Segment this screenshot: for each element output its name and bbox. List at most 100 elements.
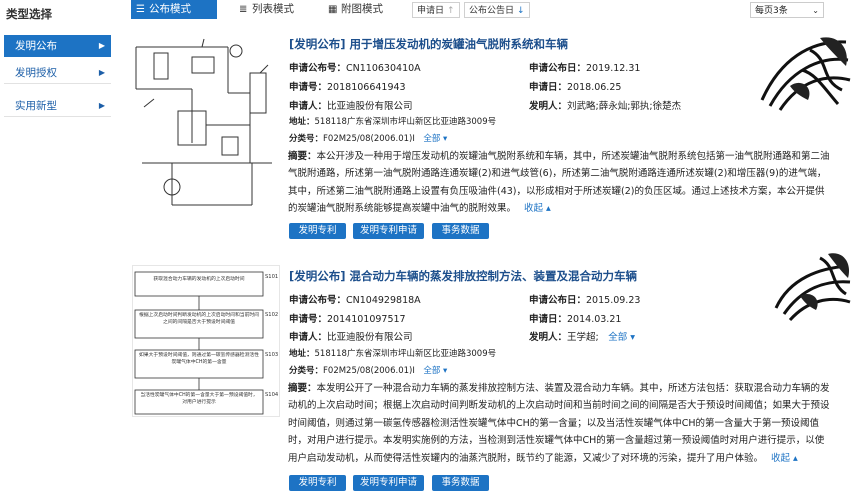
flow-step-text: 根据上次启动时间判断发动机的上次启动时间和当前时间之间的间隔是否大于预设时间阈值 — [139, 313, 259, 325]
sidebar-item-label: 实用新型 — [15, 100, 57, 112]
patent-flowchart-thumbnail[interactable]: S101 S102 S103 S104 获取混合动力车辆的发动机的上次启动时间 … — [132, 265, 280, 417]
sort-label: 申请日 — [417, 6, 445, 16]
field-label: 地址： — [289, 349, 315, 359]
field-label: 申请号： — [289, 82, 328, 93]
field-value: 518118广东省深圳市坪山新区比亚迪路3009号 — [314, 117, 497, 127]
invention-patent-button[interactable]: 发明专利 — [289, 475, 346, 491]
view-list-mode-button[interactable]: ≣ 列表模式 — [234, 0, 314, 19]
sidebar-item-utility-model[interactable]: 实用新型 ▶ — [4, 95, 111, 117]
flow-step-label: S102 — [265, 312, 278, 318]
applicant: 申请人：比亚迪股份有限公司 — [289, 329, 413, 343]
field-value: CN110630410A — [346, 63, 421, 74]
field-value: 王学超; — [567, 332, 599, 343]
field-value: 2014101097517 — [327, 314, 406, 325]
chevron-down-icon: ⌄ — [812, 6, 819, 15]
collapse-link[interactable]: 收起 ▴ — [524, 203, 551, 214]
sort-application-date-button[interactable]: 申请日 ↑ — [412, 2, 460, 18]
invention-application-button[interactable]: 发明专利申请 — [353, 223, 424, 239]
mechanical-schematic-drawing — [135, 38, 272, 206]
sidebar-item-invention-publication[interactable]: 发明公布 ▶ — [4, 35, 111, 57]
invention-patent-button[interactable]: 发明专利 — [289, 223, 346, 239]
field-label: 摘要： — [288, 151, 317, 162]
field-value: F02M25/08(2006.01)I — [323, 366, 415, 376]
chevron-right-icon: ▶ — [98, 41, 105, 50]
classification: 分类号：F02M25/08(2006.01)I 全部 ▾ — [289, 132, 447, 144]
address: 地址：518118广东省深圳市坪山新区比亚迪路3009号 — [289, 347, 496, 359]
show-all-classes-link[interactable]: 全部 ▾ — [423, 134, 447, 144]
inventor: 发明人：王学超; 全部 ▾ — [529, 329, 635, 343]
field-value: 2019.12.31 — [586, 63, 641, 74]
patent-drawing-thumbnail[interactable] — [132, 33, 280, 219]
abstract: 摘要：本发明公开了一种混合动力车辆的蒸发排放控制方法、装置及混合动力车辆。其中，… — [288, 380, 833, 467]
field-value: 2018.06.25 — [567, 82, 622, 93]
application-date: 申请日：2014.03.21 — [529, 311, 621, 325]
abstract: 摘要：本公开涉及一种用于增压发动机的炭罐油气脱附系统和车辆，其中，所述炭罐油气脱… — [288, 148, 833, 218]
view-figure-mode-button[interactable]: ▦ 附图模式 — [323, 0, 403, 19]
flow-step-label: S104 — [265, 392, 279, 398]
field-label: 申请人： — [289, 101, 328, 112]
sidebar-item-label: 发明授权 — [15, 67, 57, 79]
field-label: 摘要： — [288, 383, 317, 394]
collapse-link[interactable]: 收起 ▴ — [771, 453, 798, 464]
publication-number: 申请公布号：CN110630410A — [289, 60, 421, 74]
show-all-inventors-link[interactable]: 全部 ▾ — [608, 332, 635, 343]
transaction-data-button[interactable]: 事务数据 — [432, 223, 489, 239]
list-detail-icon: ☰ — [136, 4, 145, 15]
flow-step-label: S103 — [265, 352, 278, 358]
field-label: 申请公布日： — [529, 63, 587, 74]
sidebar: 类型选择 发明公布 ▶ 发明授权 ▶ 实用新型 ▶ — [0, 0, 121, 496]
field-label: 地址： — [289, 117, 315, 127]
grid-icon: ▦ — [328, 4, 338, 15]
field-label: 分类号： — [289, 366, 324, 376]
abstract-text: 本公开涉及一种用于增压发动机的炭罐油气脱附系统和车辆，其中，所述炭罐油气脱附系统… — [288, 151, 830, 215]
view-publication-mode-button[interactable]: ☰ 公布模式 — [131, 0, 217, 19]
field-label: 申请公布日： — [529, 295, 587, 306]
toolbar: ☰ 公布模式 ≣ 列表模式 ▦ 附图模式 申请日 ↑ 公布公告日 ↓ 每页3条 ⌄ — [121, 0, 852, 21]
field-label: 分类号： — [289, 134, 324, 144]
sidebar-item-label: 发明公布 — [15, 40, 57, 52]
patent-title-link[interactable]: [发明公布] 用于增压发动机的炭罐油气脱附系统和车辆 — [289, 36, 568, 52]
application-number: 申请号：2018106641943 — [289, 79, 406, 93]
view-label: 公布模式 — [149, 3, 191, 15]
field-value: 518118广东省深圳市坪山新区比亚迪路3009号 — [314, 349, 497, 359]
field-label: 申请号： — [289, 314, 328, 325]
sort-publication-date-button[interactable]: 公布公告日 ↓ — [464, 2, 530, 18]
view-label: 附图模式 — [341, 3, 383, 15]
field-value: CN104929818A — [346, 295, 421, 306]
flow-step-label: S101 — [265, 274, 278, 280]
field-label: 申请人： — [289, 332, 328, 343]
sort-label: 公布公告日 — [469, 6, 515, 16]
sidebar-title: 类型选择 — [6, 7, 52, 21]
sidebar-item-invention-grant[interactable]: 发明授权 ▶ — [4, 62, 111, 84]
field-label: 申请公布号： — [289, 63, 347, 74]
per-page-value: 每页3条 — [755, 6, 788, 16]
flow-step-text: 获取混合动力车辆的发动机的上次启动时间 — [153, 277, 245, 282]
publication-date: 申请公布日：2015.09.23 — [529, 292, 640, 306]
show-all-classes-link[interactable]: 全部 ▾ — [423, 366, 447, 376]
field-value: 比亚迪股份有限公司 — [327, 332, 413, 343]
applicant: 申请人：比亚迪股份有限公司 — [289, 98, 413, 112]
field-value: 2018106641943 — [327, 82, 406, 93]
invention-application-button[interactable]: 发明专利申请 — [353, 475, 424, 491]
application-number: 申请号：2014101097517 — [289, 311, 406, 325]
flow-step-text: 当活性炭罐气体中CH的第一含量大于第一预设阈值时，对用户进行提示 — [140, 393, 258, 405]
field-label: 发明人： — [529, 101, 568, 112]
transaction-data-button[interactable]: 事务数据 — [432, 475, 489, 491]
field-label: 申请日： — [529, 82, 568, 93]
decorative-swirl-image — [750, 248, 852, 328]
list-icon: ≣ — [239, 4, 248, 15]
inventor: 发明人：刘武略;薛永灿;郭执;徐楚杰 — [529, 98, 681, 112]
publication-date: 申请公布日：2019.12.31 — [529, 60, 640, 74]
address: 地址：518118广东省深圳市坪山新区比亚迪路3009号 — [289, 115, 496, 127]
publication-number: 申请公布号：CN104929818A — [289, 292, 421, 306]
patent-title-link[interactable]: [发明公布] 混合动力车辆的蒸发排放控制方法、装置及混合动力车辆 — [289, 268, 637, 284]
field-value: 比亚迪股份有限公司 — [327, 101, 413, 112]
per-page-select[interactable]: 每页3条 ⌄ — [750, 2, 824, 18]
chevron-right-icon: ▶ — [98, 101, 105, 110]
field-value: 2015.09.23 — [586, 295, 641, 306]
application-date: 申请日：2018.06.25 — [529, 79, 621, 93]
field-value: F02M25/08(2006.01)I — [323, 134, 415, 144]
field-value: 2014.03.21 — [567, 314, 622, 325]
chevron-right-icon: ▶ — [98, 68, 105, 77]
abstract-text: 本发明公开了一种混合动力车辆的蒸发排放控制方法、装置及混合动力车辆。其中，所述方… — [288, 383, 830, 464]
